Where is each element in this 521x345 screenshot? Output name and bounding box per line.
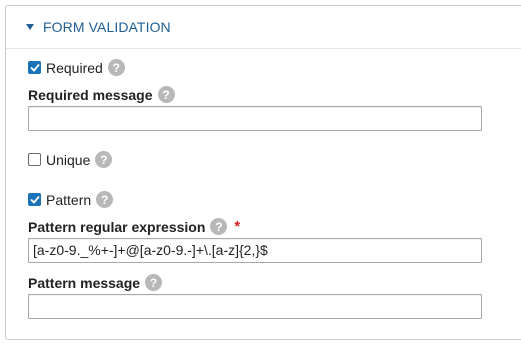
required-checkbox-label[interactable]: Required: [46, 60, 103, 76]
required-message-help-icon[interactable]: ?: [157, 86, 175, 103]
caret-down-icon: [26, 24, 34, 30]
required-marker: *: [234, 218, 241, 235]
pattern-checkbox-label[interactable]: Pattern: [46, 192, 91, 208]
pattern-message-label-row: Pattern message ?: [28, 274, 163, 291]
required-checkbox[interactable]: [28, 61, 41, 74]
pattern-message-input[interactable]: [28, 294, 482, 319]
section-toggle[interactable]: FORM VALIDATION: [6, 6, 521, 49]
pattern-regex-help-icon[interactable]: ?: [210, 218, 228, 235]
pattern-message-help-icon[interactable]: ?: [145, 274, 163, 291]
unique-help-icon[interactable]: ?: [95, 151, 113, 168]
required-message-label: Required message: [28, 86, 153, 103]
unique-checkbox-label[interactable]: Unique: [46, 152, 90, 168]
pattern-regex-input[interactable]: [a-z0-9._%+-]+@[a-z0-9.-]+\.[a-z]{2,}$: [28, 238, 482, 263]
required-message-input[interactable]: [28, 106, 482, 131]
pattern-regex-label-row: Pattern regular expression ? *: [28, 218, 240, 235]
section-title: FORM VALIDATION: [43, 19, 171, 35]
pattern-checkbox-row: Pattern ?: [28, 191, 114, 208]
pattern-regex-label: Pattern regular expression: [28, 218, 206, 235]
pattern-checkbox[interactable]: [28, 193, 41, 206]
checkmark-icon: [29, 195, 40, 204]
checkmark-icon: [29, 63, 40, 72]
pattern-help-icon[interactable]: ?: [96, 191, 114, 208]
unique-checkbox-row: Unique ?: [28, 151, 113, 168]
required-help-icon[interactable]: ?: [107, 59, 125, 76]
unique-checkbox[interactable]: [28, 153, 41, 166]
pattern-message-label: Pattern message: [28, 274, 141, 291]
form-validation-panel: FORM VALIDATION Required ? Required mess…: [5, 5, 521, 340]
required-checkbox-row: Required ?: [28, 59, 125, 76]
required-message-label-row: Required message ?: [28, 86, 175, 103]
